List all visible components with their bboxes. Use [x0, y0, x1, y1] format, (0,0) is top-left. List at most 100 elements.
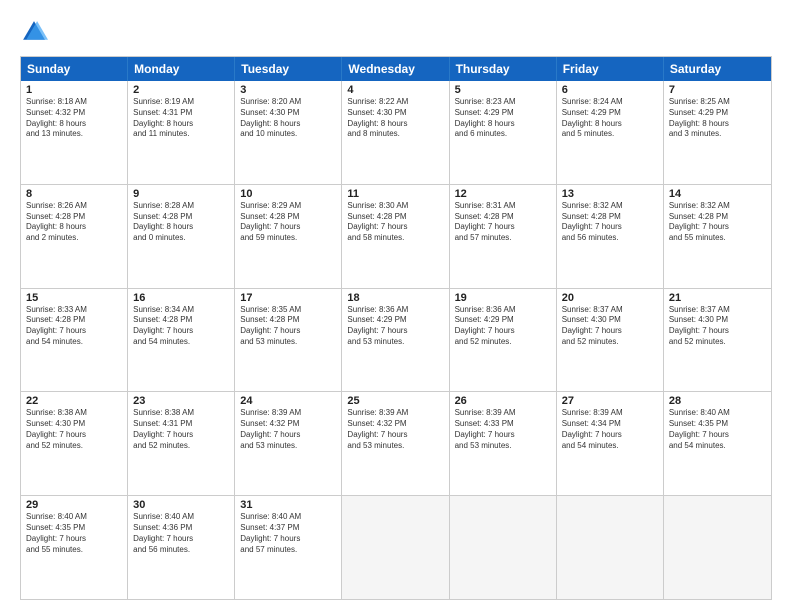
day-number: 1 — [26, 84, 122, 96]
calendar-row: 29Sunrise: 8:40 AM Sunset: 4:35 PM Dayli… — [21, 495, 771, 599]
day-number: 8 — [26, 188, 122, 200]
day-number: 24 — [240, 395, 336, 407]
calendar-cell: 4Sunrise: 8:22 AM Sunset: 4:30 PM Daylig… — [342, 81, 449, 184]
logo — [20, 18, 52, 46]
day-number: 2 — [133, 84, 229, 96]
cell-info: Sunrise: 8:32 AM Sunset: 4:28 PM Dayligh… — [669, 201, 766, 244]
weekday-header: Sunday — [21, 57, 128, 81]
cell-info: Sunrise: 8:39 AM Sunset: 4:32 PM Dayligh… — [240, 408, 336, 451]
calendar-cell: 27Sunrise: 8:39 AM Sunset: 4:34 PM Dayli… — [557, 392, 664, 495]
calendar-cell — [450, 496, 557, 599]
cell-info: Sunrise: 8:22 AM Sunset: 4:30 PM Dayligh… — [347, 97, 443, 140]
calendar-cell: 12Sunrise: 8:31 AM Sunset: 4:28 PM Dayli… — [450, 185, 557, 288]
calendar-cell: 13Sunrise: 8:32 AM Sunset: 4:28 PM Dayli… — [557, 185, 664, 288]
day-number: 5 — [455, 84, 551, 96]
cell-info: Sunrise: 8:39 AM Sunset: 4:33 PM Dayligh… — [455, 408, 551, 451]
cell-info: Sunrise: 8:36 AM Sunset: 4:29 PM Dayligh… — [455, 305, 551, 348]
cell-info: Sunrise: 8:24 AM Sunset: 4:29 PM Dayligh… — [562, 97, 658, 140]
day-number: 9 — [133, 188, 229, 200]
cell-info: Sunrise: 8:31 AM Sunset: 4:28 PM Dayligh… — [455, 201, 551, 244]
day-number: 29 — [26, 499, 122, 511]
day-number: 17 — [240, 292, 336, 304]
calendar-row: 8Sunrise: 8:26 AM Sunset: 4:28 PM Daylig… — [21, 184, 771, 288]
cell-info: Sunrise: 8:20 AM Sunset: 4:30 PM Dayligh… — [240, 97, 336, 140]
day-number: 3 — [240, 84, 336, 96]
calendar-cell: 15Sunrise: 8:33 AM Sunset: 4:28 PM Dayli… — [21, 289, 128, 392]
calendar-cell: 25Sunrise: 8:39 AM Sunset: 4:32 PM Dayli… — [342, 392, 449, 495]
weekday-header: Saturday — [664, 57, 771, 81]
cell-info: Sunrise: 8:35 AM Sunset: 4:28 PM Dayligh… — [240, 305, 336, 348]
calendar-cell: 9Sunrise: 8:28 AM Sunset: 4:28 PM Daylig… — [128, 185, 235, 288]
cell-info: Sunrise: 8:23 AM Sunset: 4:29 PM Dayligh… — [455, 97, 551, 140]
calendar-body: 1Sunrise: 8:18 AM Sunset: 4:32 PM Daylig… — [21, 81, 771, 599]
calendar-cell: 3Sunrise: 8:20 AM Sunset: 4:30 PM Daylig… — [235, 81, 342, 184]
cell-info: Sunrise: 8:19 AM Sunset: 4:31 PM Dayligh… — [133, 97, 229, 140]
cell-info: Sunrise: 8:39 AM Sunset: 4:34 PM Dayligh… — [562, 408, 658, 451]
calendar-cell: 16Sunrise: 8:34 AM Sunset: 4:28 PM Dayli… — [128, 289, 235, 392]
cell-info: Sunrise: 8:40 AM Sunset: 4:35 PM Dayligh… — [669, 408, 766, 451]
day-number: 12 — [455, 188, 551, 200]
day-number: 30 — [133, 499, 229, 511]
calendar-cell: 5Sunrise: 8:23 AM Sunset: 4:29 PM Daylig… — [450, 81, 557, 184]
calendar-header: SundayMondayTuesdayWednesdayThursdayFrid… — [21, 57, 771, 81]
calendar: SundayMondayTuesdayWednesdayThursdayFrid… — [20, 56, 772, 600]
day-number: 11 — [347, 188, 443, 200]
day-number: 27 — [562, 395, 658, 407]
calendar-cell: 28Sunrise: 8:40 AM Sunset: 4:35 PM Dayli… — [664, 392, 771, 495]
calendar-cell: 31Sunrise: 8:40 AM Sunset: 4:37 PM Dayli… — [235, 496, 342, 599]
cell-info: Sunrise: 8:39 AM Sunset: 4:32 PM Dayligh… — [347, 408, 443, 451]
day-number: 21 — [669, 292, 766, 304]
calendar-cell — [557, 496, 664, 599]
calendar-cell: 6Sunrise: 8:24 AM Sunset: 4:29 PM Daylig… — [557, 81, 664, 184]
cell-info: Sunrise: 8:38 AM Sunset: 4:30 PM Dayligh… — [26, 408, 122, 451]
calendar-cell: 11Sunrise: 8:30 AM Sunset: 4:28 PM Dayli… — [342, 185, 449, 288]
calendar-cell: 26Sunrise: 8:39 AM Sunset: 4:33 PM Dayli… — [450, 392, 557, 495]
calendar-cell: 22Sunrise: 8:38 AM Sunset: 4:30 PM Dayli… — [21, 392, 128, 495]
day-number: 18 — [347, 292, 443, 304]
day-number: 31 — [240, 499, 336, 511]
day-number: 7 — [669, 84, 766, 96]
calendar-cell: 2Sunrise: 8:19 AM Sunset: 4:31 PM Daylig… — [128, 81, 235, 184]
day-number: 26 — [455, 395, 551, 407]
calendar-cell: 20Sunrise: 8:37 AM Sunset: 4:30 PM Dayli… — [557, 289, 664, 392]
day-number: 25 — [347, 395, 443, 407]
calendar-cell: 10Sunrise: 8:29 AM Sunset: 4:28 PM Dayli… — [235, 185, 342, 288]
weekday-header: Friday — [557, 57, 664, 81]
cell-info: Sunrise: 8:40 AM Sunset: 4:37 PM Dayligh… — [240, 512, 336, 555]
page-header — [20, 18, 772, 46]
day-number: 15 — [26, 292, 122, 304]
calendar-cell: 29Sunrise: 8:40 AM Sunset: 4:35 PM Dayli… — [21, 496, 128, 599]
cell-info: Sunrise: 8:37 AM Sunset: 4:30 PM Dayligh… — [669, 305, 766, 348]
cell-info: Sunrise: 8:28 AM Sunset: 4:28 PM Dayligh… — [133, 201, 229, 244]
calendar-cell — [664, 496, 771, 599]
cell-info: Sunrise: 8:37 AM Sunset: 4:30 PM Dayligh… — [562, 305, 658, 348]
day-number: 14 — [669, 188, 766, 200]
cell-info: Sunrise: 8:40 AM Sunset: 4:36 PM Dayligh… — [133, 512, 229, 555]
calendar-cell: 8Sunrise: 8:26 AM Sunset: 4:28 PM Daylig… — [21, 185, 128, 288]
cell-info: Sunrise: 8:33 AM Sunset: 4:28 PM Dayligh… — [26, 305, 122, 348]
calendar-cell — [342, 496, 449, 599]
cell-info: Sunrise: 8:38 AM Sunset: 4:31 PM Dayligh… — [133, 408, 229, 451]
day-number: 22 — [26, 395, 122, 407]
cell-info: Sunrise: 8:32 AM Sunset: 4:28 PM Dayligh… — [562, 201, 658, 244]
day-number: 23 — [133, 395, 229, 407]
weekday-header: Monday — [128, 57, 235, 81]
logo-icon — [20, 18, 48, 46]
cell-info: Sunrise: 8:34 AM Sunset: 4:28 PM Dayligh… — [133, 305, 229, 348]
day-number: 28 — [669, 395, 766, 407]
day-number: 10 — [240, 188, 336, 200]
cell-info: Sunrise: 8:25 AM Sunset: 4:29 PM Dayligh… — [669, 97, 766, 140]
calendar-row: 22Sunrise: 8:38 AM Sunset: 4:30 PM Dayli… — [21, 391, 771, 495]
cell-info: Sunrise: 8:40 AM Sunset: 4:35 PM Dayligh… — [26, 512, 122, 555]
calendar-row: 15Sunrise: 8:33 AM Sunset: 4:28 PM Dayli… — [21, 288, 771, 392]
day-number: 4 — [347, 84, 443, 96]
day-number: 16 — [133, 292, 229, 304]
day-number: 6 — [562, 84, 658, 96]
calendar-row: 1Sunrise: 8:18 AM Sunset: 4:32 PM Daylig… — [21, 81, 771, 184]
weekday-header: Thursday — [450, 57, 557, 81]
calendar-cell: 1Sunrise: 8:18 AM Sunset: 4:32 PM Daylig… — [21, 81, 128, 184]
calendar-cell: 19Sunrise: 8:36 AM Sunset: 4:29 PM Dayli… — [450, 289, 557, 392]
cell-info: Sunrise: 8:30 AM Sunset: 4:28 PM Dayligh… — [347, 201, 443, 244]
calendar-cell: 14Sunrise: 8:32 AM Sunset: 4:28 PM Dayli… — [664, 185, 771, 288]
calendar-cell: 30Sunrise: 8:40 AM Sunset: 4:36 PM Dayli… — [128, 496, 235, 599]
